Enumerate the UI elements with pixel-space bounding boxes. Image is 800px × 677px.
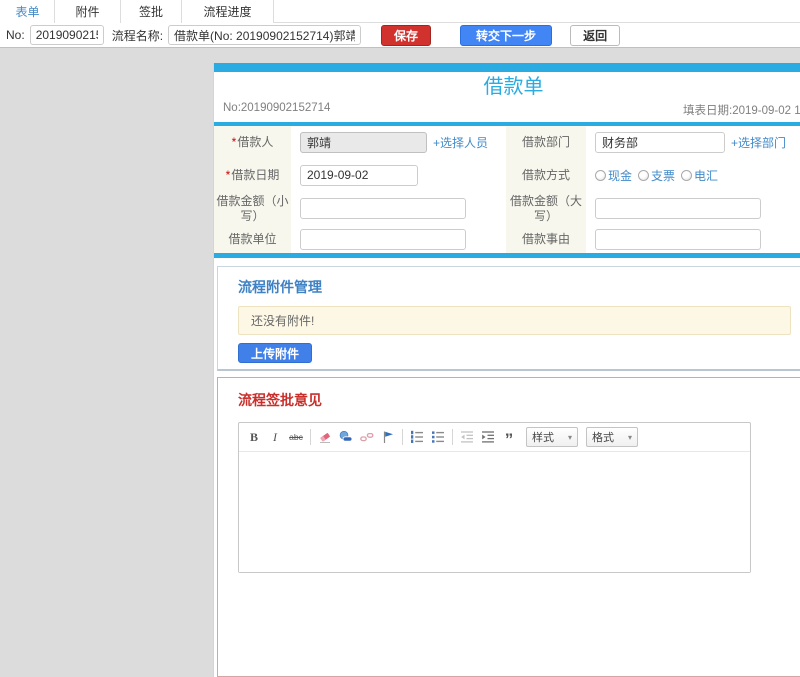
no-attachments-alert: 还没有附件! [238,306,791,335]
upload-attachment-button[interactable]: 上传附件 [238,343,313,363]
tab-approval[interactable]: 签批 [120,0,182,23]
next-step-button[interactable]: 转交下一步 [460,24,553,46]
tab-form[interactable]: 表单 [0,0,55,23]
tab-attachments[interactable]: 附件 [54,0,121,23]
save-button[interactable]: 保存 [381,24,432,46]
amount-upper-label: 借款金额（大写） [506,191,586,226]
ordered-list-icon[interactable] [408,428,426,446]
attachments-title: 流程附件管理 [238,279,322,295]
toolbar-separator [402,429,403,445]
loan-unit-field [291,226,506,253]
loan-method-field: 现金 支票 电汇 [586,159,800,191]
link-icon[interactable] [337,428,355,446]
loan-date-input[interactable] [300,164,418,186]
select-person-link[interactable]: +选择人员 [433,134,488,151]
form-date-text: 填表日期:2019-09-02 15:27:1 [683,105,800,117]
loan-reason-input[interactable] [595,229,761,250]
radio-cash[interactable]: 现金 [595,167,632,184]
italic-icon[interactable]: I [266,428,284,446]
required-mark: * [225,167,231,182]
caret-down-icon: ▾ [627,432,632,442]
amount-lower-label: 借款金额（小写） [214,191,291,226]
radio-wire[interactable]: 电汇 [681,167,718,184]
toolbar-separator [310,429,311,445]
radio-cheque[interactable]: 支票 [638,167,675,184]
remove-format-icon[interactable] [316,428,334,446]
loan-unit-input[interactable] [300,229,466,250]
form-meta-row: No:20190902152714 填表日期:2019-09-02 15:27:… [214,101,800,119]
department-field: +选择部门 [586,126,800,159]
loan-unit-label: 借款单位 [214,226,291,253]
action-toolbar: No: 流程名称: 保存 转交下一步 返回 [0,23,800,48]
bold-icon[interactable]: B [245,428,263,446]
caret-down-icon: ▾ [567,432,572,442]
toolbar-separator [452,429,453,445]
blockquote-icon[interactable]: ” [500,428,518,448]
radio-icon[interactable] [638,169,650,181]
loan-method-radio-group: 现金 支票 电汇 [595,167,718,184]
no-label: No: [6,28,25,42]
required-mark: * [231,135,237,149]
outdent-icon[interactable] [458,428,476,446]
flow-name-label: 流程名称: [111,28,164,43]
approval-title: 流程签批意见 [238,392,322,408]
amount-lower-field [291,191,506,226]
top-accent-bar [214,63,800,72]
format-dropdown[interactable]: 格式 ▾ [586,427,638,447]
flow-name-input[interactable] [168,25,362,45]
loan-date-label: *借款日期 [214,159,291,191]
no-input[interactable] [29,25,104,45]
bullet-list-icon[interactable] [429,428,447,446]
radio-icon[interactable] [681,169,693,181]
indent-icon[interactable] [479,428,497,446]
loan-form-panel: 借款单 No:20190902152714 填表日期:2019-09-02 15… [213,63,800,677]
editor-content-area[interactable] [239,452,750,572]
amount-upper-field [586,191,800,226]
tab-progress[interactable]: 流程进度 [181,0,274,23]
editor-toolbar: B I abc ” 样式 ▾ 格式 ▾ [239,423,750,452]
loan-reason-field [586,226,800,253]
radio-icon[interactable] [595,169,606,181]
select-department-link[interactable]: +选择部门 [731,134,786,151]
form-no-text: No:20190902152714 [223,102,331,114]
department-input[interactable] [595,132,725,153]
page-title: 借款单 [483,76,544,98]
tab-bar: 表单 附件 签批 流程进度 [0,0,800,23]
unlink-icon[interactable] [358,428,376,446]
borrower-input[interactable] [300,132,427,153]
borrower-label: *借款人 [214,126,291,159]
amount-upper-input[interactable] [595,198,761,219]
back-button[interactable]: 返回 [570,24,621,46]
loan-date-field [291,159,506,191]
loan-reason-label: 借款事由 [506,226,586,253]
attachments-section: 流程附件管理 还没有附件! 上传附件 [217,266,800,371]
approval-section: 流程签批意见 B I abc ” 样式 ▾ 格式 ▾ [217,377,800,677]
anchor-flag-icon[interactable] [379,428,397,446]
loan-form-grid: *借款人 +选择人员 借款部门 +选择部门 *借款日期 借款方式 现金 [214,126,800,253]
separator-bar [214,253,800,258]
strikethrough-icon[interactable]: abc [287,428,305,446]
rich-text-editor: B I abc ” 样式 ▾ 格式 ▾ [238,422,751,573]
loan-method-label: 借款方式 [506,159,586,191]
amount-lower-input[interactable] [300,198,466,219]
department-label: 借款部门 [506,126,586,159]
styles-dropdown[interactable]: 样式 ▾ [526,427,578,447]
borrower-field: +选择人员 [291,126,506,159]
header: 表单 附件 签批 流程进度 No: 流程名称: 保存 转交下一步 返回 [0,0,800,48]
